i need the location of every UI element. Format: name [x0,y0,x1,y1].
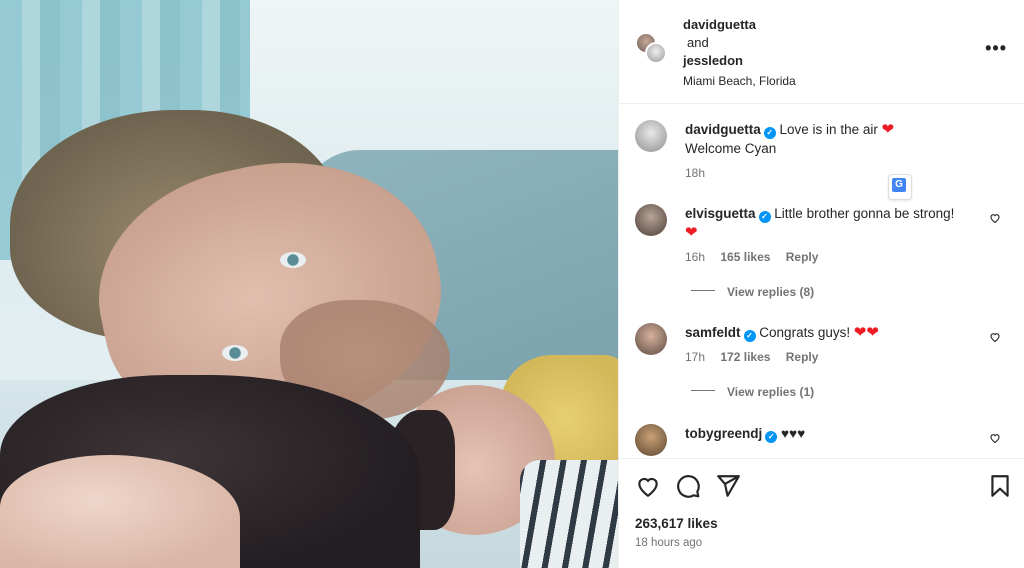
heart-emoji: ❤❤ [853,324,879,341]
post-photo[interactable] [0,0,618,568]
photo-eye [280,252,306,268]
save-icon[interactable] [987,473,1013,499]
comment-time[interactable]: 16h [685,250,705,264]
and-text: and [687,35,709,50]
comment-likes[interactable]: 165 likes [720,250,770,264]
heart-icon[interactable] [989,432,1001,444]
heart-icon[interactable] [989,331,1001,343]
photo-eye [222,345,248,361]
comments-list: davidguetta ✓ Love is in the air ❤ Welcom… [619,104,1024,458]
share-icon[interactable] [715,473,741,499]
avatar[interactable] [635,120,667,152]
comment-text: Congrats guys! [759,325,851,340]
comment-text: Little brother gonna be strong! [774,206,955,221]
comment-username[interactable]: elvisguetta [685,206,756,221]
caption-time[interactable]: 18h [685,166,705,180]
heart-emoji: ❤ [685,224,698,241]
avatar [645,42,667,64]
avatar[interactable] [635,323,667,355]
verified-icon: ✓ [758,211,771,223]
avatar[interactable] [635,204,667,236]
heart-icon[interactable] [989,212,1001,224]
like-icon[interactable] [635,473,661,499]
reply-button[interactable]: Reply [786,250,819,264]
comment-likes[interactable]: 172 likes [720,350,770,364]
collab-avatars[interactable] [635,32,669,66]
action-bar: 263,617 likes 18 hours ago [619,458,1024,568]
comment-icon[interactable] [675,473,701,499]
post-timestamp[interactable]: 18 hours ago [635,537,702,549]
post-header: davidguetta and jessledon Miami Beach, F… [619,0,1024,104]
post-sidebar: davidguetta and jessledon Miami Beach, F… [618,0,1024,568]
collab-names: davidguetta and jessledon Miami Beach, F… [683,16,796,90]
translate-icon[interactable]: G [888,174,912,200]
caption-text: Love is in the air [779,122,878,137]
heart-emoji: ❤ [881,121,895,138]
caption-line2: Welcome Cyan [685,141,777,156]
photo-sky [250,0,618,160]
caption-username[interactable]: davidguetta [685,122,761,137]
verified-icon: ✓ [743,330,756,342]
username-link[interactable]: davidguetta [683,16,796,34]
avatar[interactable] [635,424,667,456]
comment-time[interactable]: 17h [685,350,705,364]
view-replies-button[interactable]: View replies (8) [685,283,975,302]
view-replies-button[interactable]: View replies (1) [685,383,975,402]
comment-username[interactable]: samfeldt [685,325,741,340]
like-count[interactable]: 263,617 likes [635,516,718,531]
location-link[interactable]: Miami Beach, Florida [683,72,796,90]
more-icon[interactable]: ••• [985,38,1007,59]
comment-text: ♥♥♥ [781,426,806,441]
reply-button[interactable]: Reply [786,350,819,364]
comment-username[interactable]: tobygreendj [685,426,762,441]
username-link[interactable]: jessledon [683,52,796,70]
verified-icon: ✓ [765,431,778,443]
verified-icon: ✓ [763,127,776,139]
photo-striped-shirt [520,460,618,568]
